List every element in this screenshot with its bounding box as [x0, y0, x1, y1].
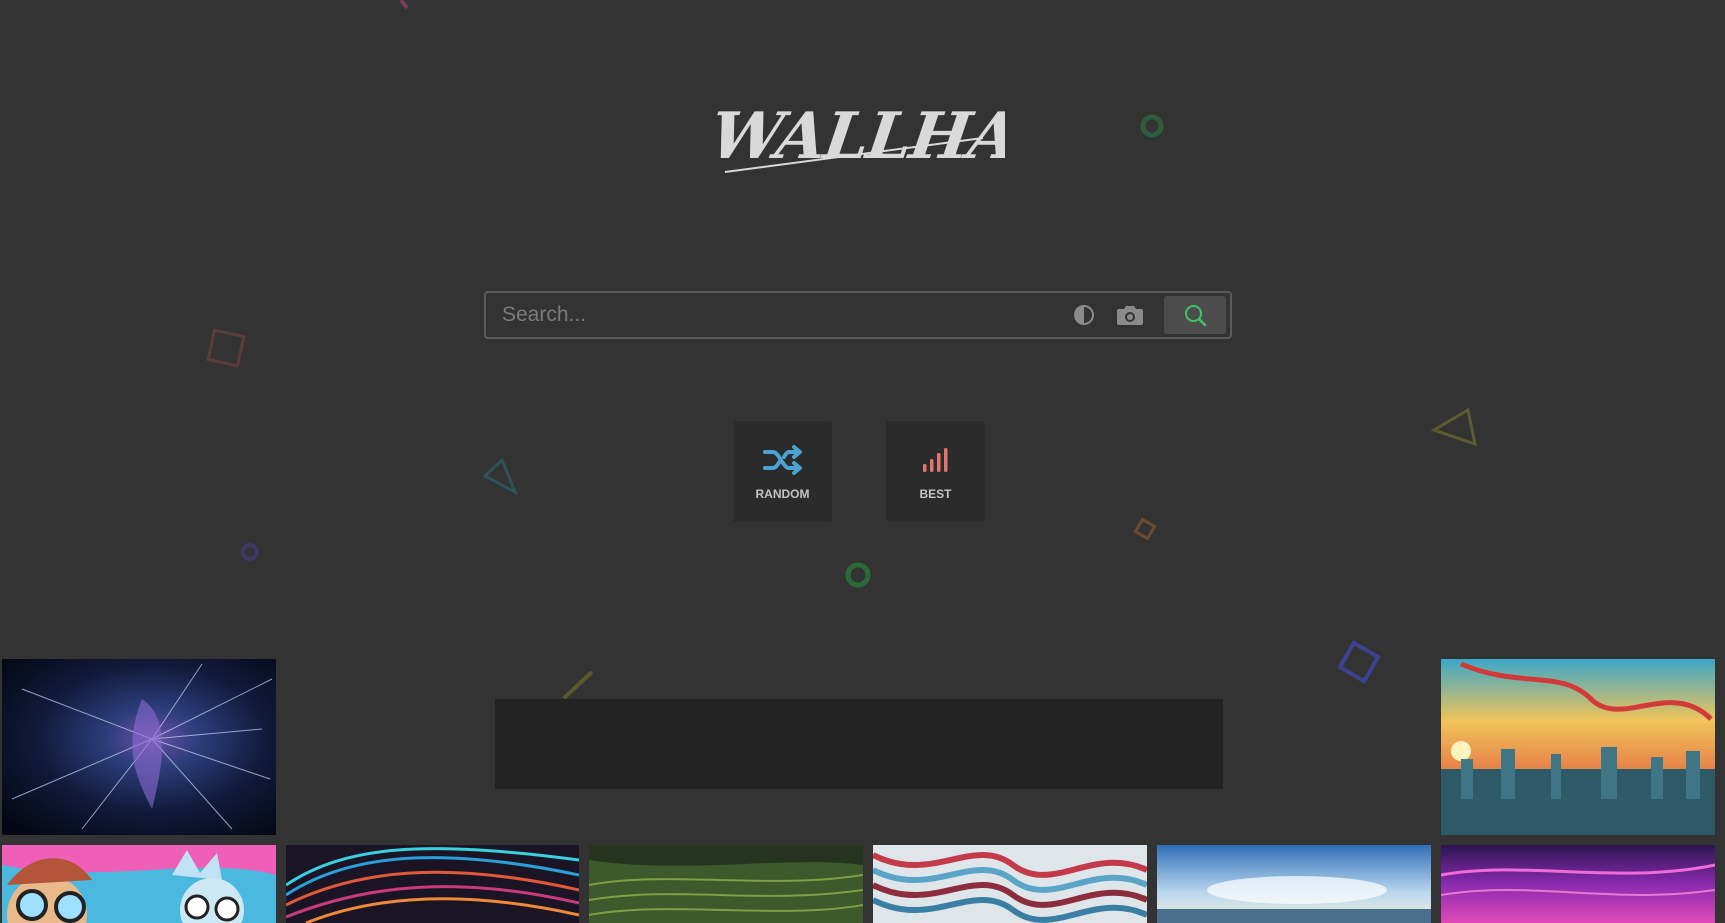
decor-triangle-teal	[482, 457, 518, 495]
decor-line-olive	[562, 670, 594, 700]
random-button[interactable]: RANDOM	[733, 421, 832, 522]
search-bar	[484, 291, 1232, 339]
wallpaper-thumb-wavy-stripes[interactable]	[873, 845, 1147, 923]
wallpaper-thumb-cartoon-characters[interactable]	[2, 845, 276, 923]
search-icon	[1185, 305, 1207, 327]
logo-text: WALLHALLA	[715, 99, 1005, 174]
signal-bars-icon	[921, 442, 951, 478]
decor-square-blue	[1337, 640, 1381, 684]
camera-icon[interactable]	[1113, 301, 1147, 329]
contrast-icon[interactable]	[1070, 301, 1098, 329]
decor-arc-shape	[399, 0, 409, 10]
wallpaper-thumb-green-terraces[interactable]	[589, 845, 863, 923]
best-label: BEST	[919, 487, 952, 501]
decor-diamond-brown	[1133, 517, 1157, 541]
wallpaper-thumb-purple-sky[interactable]	[1441, 845, 1715, 923]
decor-square-red	[206, 328, 246, 368]
wallpaper-thumb-color-streaks[interactable]	[286, 845, 579, 923]
ad-banner	[495, 699, 1223, 789]
wallpaper-thumb-sunset-city[interactable]	[1441, 659, 1715, 835]
decor-ring-green-mid	[845, 562, 871, 588]
search-button[interactable]	[1164, 296, 1226, 334]
wallpaper-thumb-ocean-sky[interactable]	[1157, 845, 1431, 923]
random-label: RANDOM	[755, 487, 810, 501]
best-button[interactable]: BEST	[886, 421, 985, 522]
decor-triangle-olive	[1430, 407, 1477, 447]
decor-ring-purple	[241, 543, 259, 561]
wallpaper-thumb-space-warp[interactable]	[2, 659, 276, 835]
wallhalla-logo[interactable]: WALLHALLA	[706, 80, 1156, 195]
decor-ring-green-top	[1140, 114, 1164, 138]
search-input[interactable]	[486, 293, 1066, 337]
shuffle-icon	[762, 442, 804, 478]
logo-graphic: WALLHALLA	[706, 99, 1156, 174]
